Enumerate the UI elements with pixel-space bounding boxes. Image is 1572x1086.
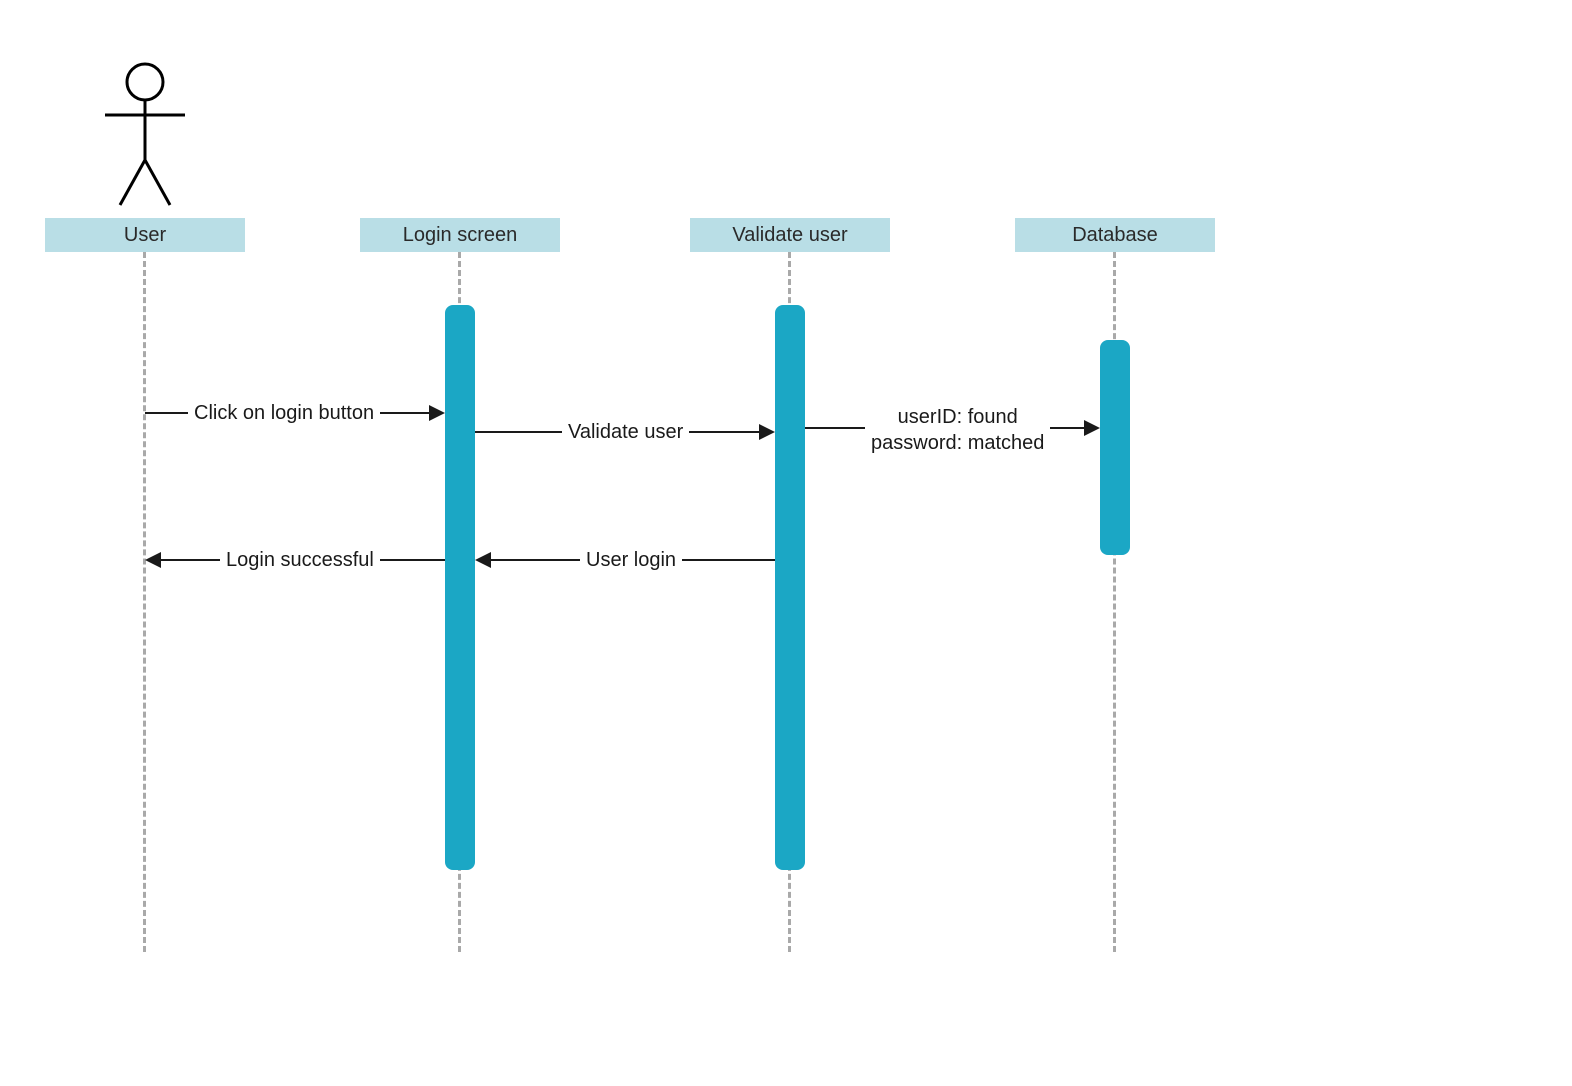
sequence-diagram: User Login screen Validate user Database… <box>0 0 1572 1086</box>
participant-user-label: User <box>124 224 166 246</box>
participant-login-screen: Login screen <box>360 218 560 252</box>
arrowhead-right-icon <box>429 405 445 421</box>
message-label-5: Login successful <box>220 547 380 574</box>
arrowhead-left-icon <box>475 552 491 568</box>
participant-database: Database <box>1015 218 1215 252</box>
activation-login-screen <box>445 305 475 870</box>
participant-user: User <box>45 218 245 252</box>
participant-validate-user-label: Validate user <box>732 224 847 246</box>
participant-database-label: Database <box>1072 224 1158 246</box>
message-label-2: Validate user <box>562 419 689 446</box>
activation-validate-user <box>775 305 805 870</box>
participant-login-screen-label: Login screen <box>403 224 518 246</box>
activation-database <box>1100 340 1130 555</box>
message-label-1: Click on login button <box>188 400 380 427</box>
arrowhead-right-icon <box>1084 420 1100 436</box>
message-label-4: User login <box>580 547 682 574</box>
arrowhead-right-icon <box>759 424 775 440</box>
message-label-3: userID: found password: matched <box>865 402 1050 458</box>
actor-icon <box>105 60 185 215</box>
participant-validate-user: Validate user <box>690 218 890 252</box>
lifeline-user <box>143 252 146 952</box>
arrowhead-left-icon <box>145 552 161 568</box>
